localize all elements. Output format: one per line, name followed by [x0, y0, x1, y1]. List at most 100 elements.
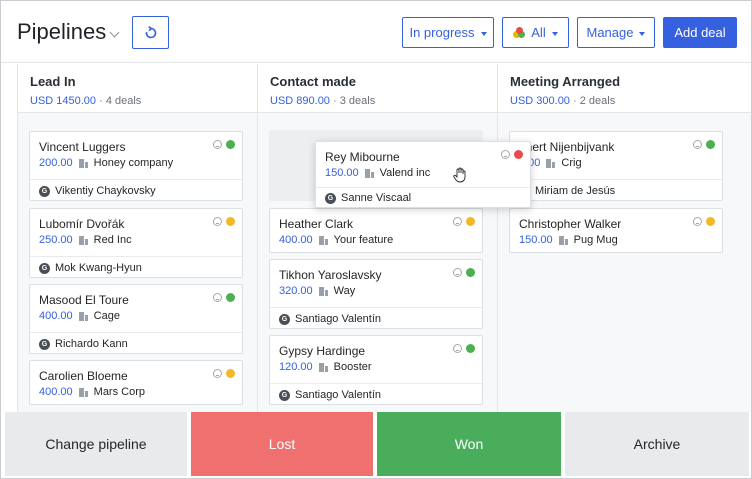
- deal-card[interactable]: nnert Nijenbijvank 0.00Crig GMiriam de J…: [509, 131, 723, 201]
- stage-deal-count: · 2 deals: [573, 95, 616, 107]
- organization-icon: [318, 235, 328, 245]
- pipeline-board: Lead In USD 1450.00 · 4 deals Vincent Lu…: [17, 64, 751, 412]
- activity-status-dot[interactable]: [226, 293, 235, 302]
- activity-status-dot[interactable]: [514, 150, 523, 159]
- person-icon[interactable]: [213, 293, 222, 302]
- deal-organization: Valend inc: [379, 167, 431, 179]
- deal-info: 320.00 Way: [279, 285, 355, 297]
- owner-name: Richardo Kann: [55, 338, 128, 350]
- manage-dropdown[interactable]: Manage: [577, 17, 655, 48]
- stage-title: Contact made: [270, 74, 356, 89]
- caret-down-icon: [480, 31, 487, 36]
- dragged-deal-card[interactable]: Rey Mibourne 150.00 Valend inc G Sanne Vis…: [315, 141, 531, 208]
- stage-header: Lead In USD 1450.00 · 4 deals: [18, 64, 257, 113]
- activity-status-dot[interactable]: [226, 140, 235, 149]
- deal-card[interactable]: Heather Clark 400.00 Your feature: [269, 208, 483, 253]
- person-icon[interactable]: [453, 217, 462, 226]
- deal-amount: 120.00: [279, 361, 313, 373]
- deal-owner: GMiriam de Jesús: [519, 185, 615, 197]
- stage-column-lead-in: Lead In USD 1450.00 · 4 deals Vincent Lu…: [17, 64, 257, 412]
- avatar: G: [39, 185, 50, 197]
- avatar: G: [279, 389, 290, 401]
- person-icon[interactable]: [213, 217, 222, 226]
- organization-icon: [78, 311, 88, 321]
- owner-filter-dropdown[interactable]: All: [502, 17, 569, 48]
- avatar: G: [39, 338, 50, 350]
- deal-info: 250.00 Red Inc: [39, 234, 132, 246]
- change-pipeline-dropzone[interactable]: Change pipeline: [5, 412, 187, 476]
- deal-card[interactable]: Christopher Walker 150.00 Pug Mug: [509, 208, 723, 253]
- archive-dropzone[interactable]: Archive: [565, 412, 749, 476]
- organization-icon: [78, 235, 88, 245]
- refresh-button[interactable]: [132, 16, 169, 49]
- stage-summary: USD 1450.00 · 4 deals: [30, 95, 141, 107]
- activity-status-dot[interactable]: [226, 369, 235, 378]
- stage-summary: USD 890.00 · 3 deals: [270, 95, 375, 107]
- divider: [510, 179, 722, 180]
- caret-down-icon: [639, 31, 646, 36]
- organization-icon: [364, 168, 374, 178]
- deal-owner: G Santiago Valentín: [279, 389, 381, 401]
- chevron-down-icon[interactable]: [109, 27, 120, 38]
- stage-value: USD 300.00: [510, 95, 570, 107]
- deal-card[interactable]: Gypsy Hardinge 120.00 Booster G Santiago V…: [269, 335, 483, 405]
- deal-title: Rey Mibourne: [325, 150, 400, 164]
- caret-down-icon: [551, 31, 558, 36]
- deal-card[interactable]: Vincent Luggers 200.00 Honey company G Vik…: [29, 131, 243, 201]
- deal-card[interactable]: Tikhon Yaroslavsky 320.00 Way G Santiago V…: [269, 259, 483, 329]
- person-icon[interactable]: [693, 217, 702, 226]
- organization-icon: [318, 286, 328, 296]
- deal-card[interactable]: Lubomír Dvořák 250.00 Red Inc G Mok Kwang-…: [29, 208, 243, 278]
- everyone-icon: [513, 26, 526, 39]
- won-dropzone[interactable]: Won: [377, 412, 561, 476]
- organization-icon: [78, 387, 88, 397]
- deal-info: 150.00 Pug Mug: [519, 234, 618, 246]
- person-icon[interactable]: [453, 268, 462, 277]
- page-title[interactable]: Pipelines: [17, 19, 106, 45]
- deal-title: Gypsy Hardinge: [279, 344, 366, 358]
- deal-title: Christopher Walker: [519, 217, 622, 231]
- deal-title: Vincent Luggers: [39, 140, 126, 154]
- status-filter-dropdown[interactable]: In progress: [402, 17, 494, 48]
- grab-cursor-icon: [453, 167, 466, 183]
- deal-amount: 150.00: [519, 234, 553, 246]
- deal-organization: Booster: [333, 361, 372, 373]
- activity-status-dot[interactable]: [706, 140, 715, 149]
- deal-organization: Mars Corp: [93, 386, 145, 398]
- person-icon[interactable]: [501, 150, 510, 159]
- deal-info: 400.00 Mars Corp: [39, 386, 145, 398]
- owner-name: Mok Kwang-Hyun: [55, 262, 142, 274]
- deal-organization: Crig: [561, 157, 582, 169]
- deal-title: Masood El Toure: [39, 293, 129, 307]
- deal-organization: Honey company: [93, 157, 174, 169]
- deal-amount: 400.00: [39, 386, 73, 398]
- deal-card[interactable]: Masood El Toure 400.00 Cage G Richardo Kan…: [29, 284, 243, 354]
- activity-status-dot[interactable]: [466, 268, 475, 277]
- deal-card[interactable]: Carolien Bloeme 400.00 Mars Corp: [29, 360, 243, 405]
- organization-icon: [546, 158, 556, 168]
- owner-name: Sanne Viscaal: [341, 192, 412, 204]
- divider: [270, 383, 482, 384]
- divider: [30, 179, 242, 180]
- divider: [30, 256, 242, 257]
- lost-dropzone[interactable]: Lost: [191, 412, 373, 476]
- owner-name: Vikentiy Chaykovsky: [55, 185, 156, 197]
- person-icon[interactable]: [213, 369, 222, 378]
- header: Pipelines In progress All Manage Add dea…: [1, 1, 751, 63]
- stage-title: Meeting Arranged: [510, 74, 621, 89]
- activity-status-dot[interactable]: [466, 344, 475, 353]
- add-deal-button[interactable]: Add deal: [663, 17, 737, 48]
- deal-title: Lubomír Dvořák: [39, 217, 125, 231]
- deal-amount: 200.00: [39, 157, 73, 169]
- deal-owner: G Sanne Viscaal: [325, 192, 411, 204]
- person-icon[interactable]: [693, 140, 702, 149]
- deal-amount: 400.00: [279, 234, 313, 246]
- status-filter-label: In progress: [409, 25, 475, 40]
- stage-header: Contact made USD 890.00 · 3 deals: [258, 64, 497, 113]
- person-icon[interactable]: [453, 344, 462, 353]
- activity-status-dot[interactable]: [466, 217, 475, 226]
- divider: [316, 187, 530, 188]
- activity-status-dot[interactable]: [226, 217, 235, 226]
- activity-status-dot[interactable]: [706, 217, 715, 226]
- person-icon[interactable]: [213, 140, 222, 149]
